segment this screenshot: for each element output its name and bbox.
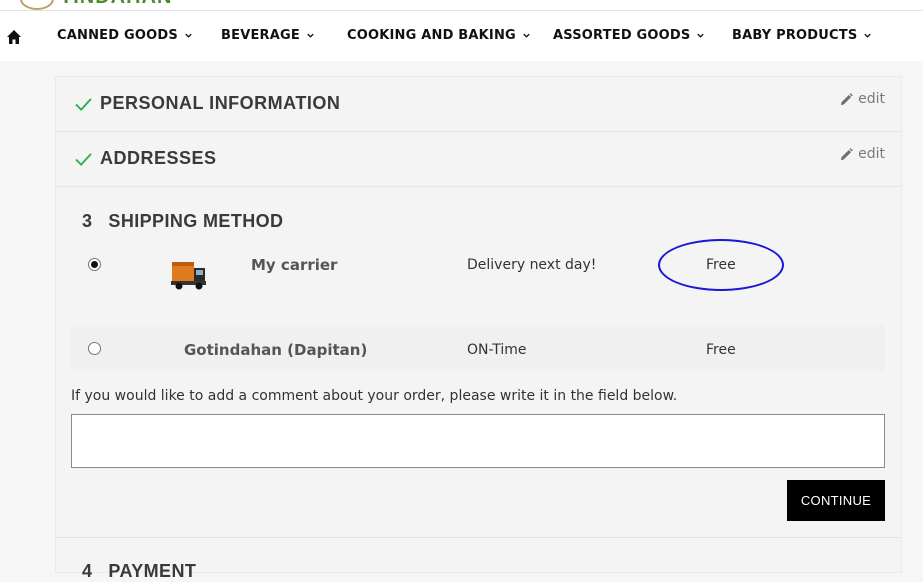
nav-item-label: ASSORTED GOODS (553, 28, 691, 43)
chevron-down-icon (185, 33, 192, 38)
carrier-option-gotindahan[interactable]: Gotindahan (Dapitan) ON-Time Free (71, 325, 885, 371)
chevron-down-icon (697, 33, 705, 38)
nav-item-assorted-goods[interactable]: ASSORTED GOODS (553, 28, 705, 43)
step-title: PERSONAL INFORMATION (100, 93, 341, 113)
step-personal-information: PERSONAL INFORMATION edit (56, 77, 901, 132)
step-title: SHIPPING METHOD (108, 211, 284, 231)
chevron-down-icon (307, 33, 314, 38)
carrier-name: Gotindahan (Dapitan) (184, 341, 368, 359)
nav-item-label: COOKING AND BAKING (347, 28, 516, 43)
step-title: PAYMENT (108, 561, 197, 581)
home-icon[interactable] (6, 29, 22, 45)
shipping-method-heading: 3 SHIPPING METHOD (82, 211, 283, 232)
nav-item-label: BEVERAGE (221, 28, 300, 43)
step-number: 4 (82, 561, 93, 581)
brand-logo-icon[interactable] (20, 0, 54, 10)
carrier-name: My carrier (251, 256, 338, 274)
nav-item-baby-products[interactable]: BABY PRODUCTS (732, 28, 872, 43)
edit-label: edit (858, 146, 885, 162)
main-nav: CANNED GOODS BEVERAGE COOKING AND BAKING… (0, 11, 923, 61)
section-divider (56, 537, 901, 538)
chevron-down-icon (523, 33, 530, 38)
edit-label: edit (858, 91, 885, 107)
checkout-panel: PERSONAL INFORMATION edit ADDRESSES edit… (55, 76, 902, 581)
nav-item-label: CANNED GOODS (57, 28, 178, 43)
pencil-icon (841, 147, 853, 160)
step-addresses: ADDRESSES edit (56, 132, 901, 187)
carrier-price: Free (706, 342, 736, 358)
edit-personal-information-link[interactable]: edit (840, 91, 885, 107)
check-icon (75, 98, 92, 112)
order-comment-field[interactable] (71, 414, 885, 468)
carrier-radio[interactable] (88, 258, 101, 271)
carrier-delay: ON-Time (467, 342, 527, 358)
edit-addresses-link[interactable]: edit (840, 146, 885, 162)
truck-icon (171, 262, 206, 290)
nav-item-canned-goods[interactable]: CANNED GOODS (57, 28, 193, 43)
continue-button[interactable]: CONTINUE (787, 480, 885, 521)
payment-heading: 4 PAYMENT (82, 561, 196, 582)
step-title: ADDRESSES (100, 148, 217, 168)
brand-name[interactable]: TINDAHAN (60, 0, 172, 9)
header-brand-strip: TINDAHAN (0, 0, 923, 11)
step-number: 3 (82, 211, 93, 231)
nav-item-cooking-and-baking[interactable]: COOKING AND BAKING (347, 28, 531, 43)
annotation-circle (658, 239, 784, 291)
chevron-down-icon (864, 33, 872, 38)
nav-item-label: BABY PRODUCTS (732, 28, 858, 43)
nav-item-beverage[interactable]: BEVERAGE (221, 28, 315, 43)
pencil-icon (841, 92, 853, 105)
carrier-option-my-carrier[interactable]: My carrier Delivery next day! Free (71, 239, 885, 302)
carrier-radio[interactable] (88, 342, 101, 355)
check-icon (75, 153, 92, 167)
carrier-delay: Delivery next day! (467, 257, 597, 273)
order-comment-label: If you would like to add a comment about… (71, 388, 678, 404)
